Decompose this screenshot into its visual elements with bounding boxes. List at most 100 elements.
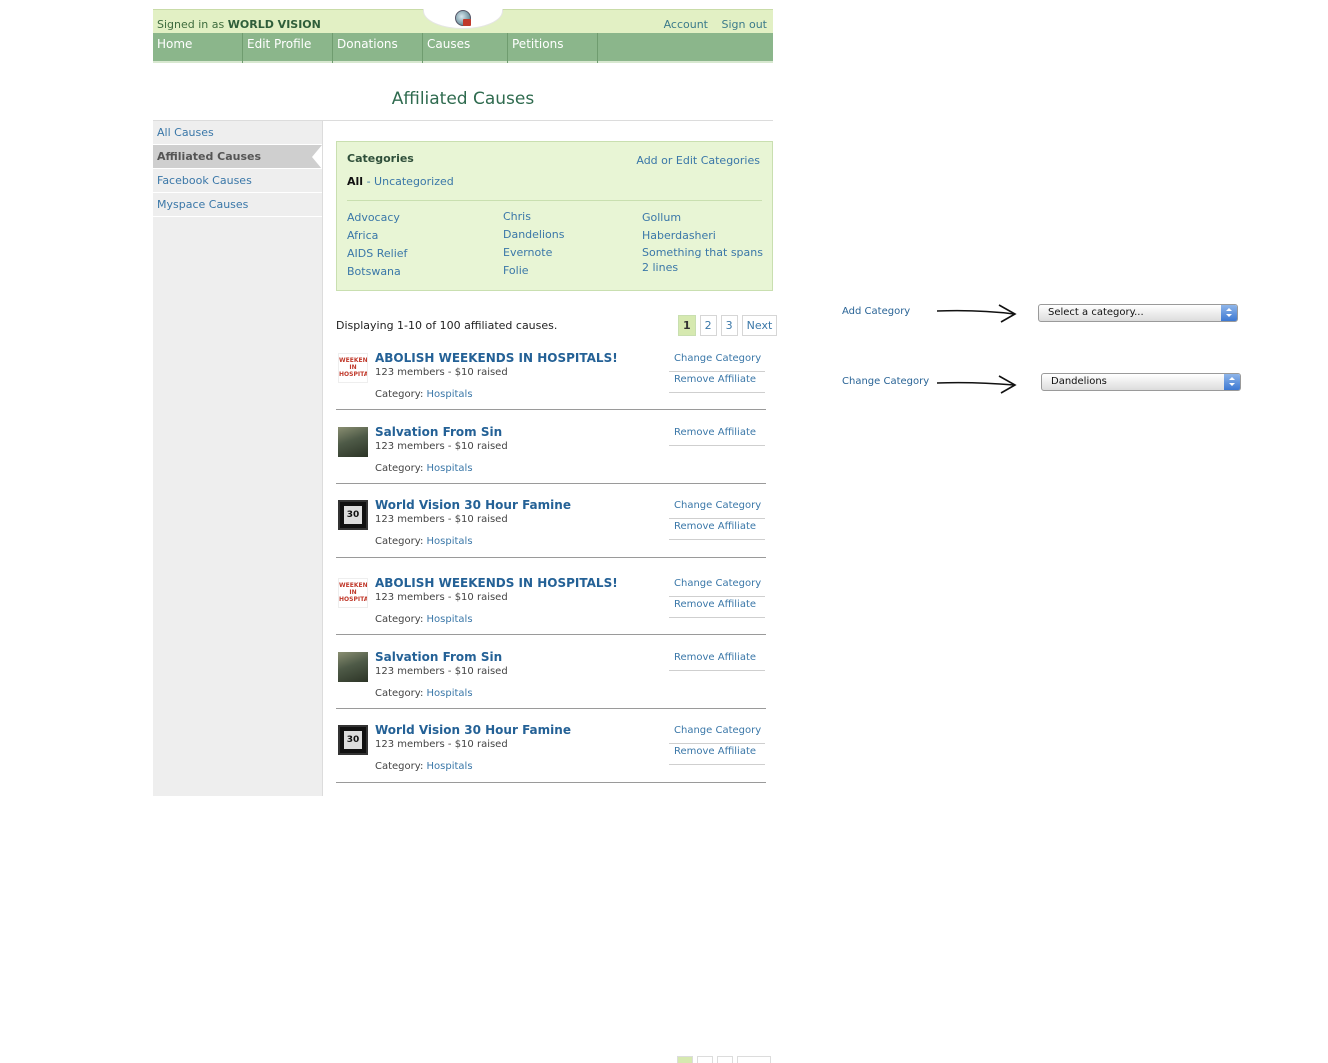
category-label: Category:	[375, 688, 424, 699]
change-category-button[interactable]: Change Category	[669, 498, 765, 519]
cause-stats: 123 members - $10 raised	[375, 739, 508, 750]
page-button[interactable]	[697, 1056, 713, 1063]
remove-affiliate-button[interactable]: Remove Affiliate	[669, 519, 765, 540]
sign-out-link[interactable]: Sign out	[721, 18, 767, 31]
nav-filler	[598, 33, 773, 61]
cause-category: Category: Hospitals	[375, 688, 473, 699]
remove-affiliate-button[interactable]: Remove Affiliate	[669, 372, 765, 393]
change-category-button[interactable]: Change Category	[669, 351, 765, 372]
nav-causes[interactable]: Causes	[423, 33, 508, 63]
remove-affiliate-button[interactable]: Remove Affiliate	[669, 425, 765, 446]
account-links: Account Sign out	[654, 18, 767, 31]
category-uncategorized[interactable]: Uncategorized	[374, 175, 454, 188]
category-link[interactable]: Chris	[503, 210, 564, 228]
category-link[interactable]: Evernote	[503, 246, 564, 264]
sidebar-item-facebook-causes[interactable]: Facebook Causes	[153, 169, 322, 193]
page-title: Affiliated Causes	[391, 89, 535, 109]
row-divider	[336, 708, 766, 709]
cause-name-link[interactable]: World Vision 30 Hour Famine	[375, 498, 571, 512]
cause-category-link[interactable]: Hospitals	[427, 614, 473, 625]
add-category-annotation: Add Category	[842, 306, 911, 317]
select-arrows-icon[interactable]	[1224, 374, 1240, 390]
select-arrows-icon[interactable]	[1221, 305, 1237, 321]
cause-category-link[interactable]: Hospitals	[427, 536, 473, 547]
cause-thumbnail[interactable]: WEEKENDS IN HOSPITAL	[338, 578, 368, 608]
page-3-button[interactable]: 3	[720, 315, 738, 336]
change-category-button[interactable]: Change Category	[669, 723, 765, 744]
cause-name-link[interactable]: Salvation From Sin	[375, 425, 502, 439]
category-column-2: Chris Dandelions Evernote Folie	[503, 210, 564, 282]
cause-category-link[interactable]: Hospitals	[427, 761, 473, 772]
globe-logo-icon[interactable]	[455, 10, 471, 26]
sidebar-item-myspace-causes[interactable]: Myspace Causes	[153, 193, 322, 217]
cause-thumbnail[interactable]	[338, 725, 368, 755]
category-link[interactable]: Something that spans 2 lines	[642, 245, 767, 275]
category-label: Category:	[375, 536, 424, 547]
cause-category-link[interactable]: Hospitals	[427, 688, 473, 699]
cause-category: Category: Hospitals	[375, 463, 473, 474]
category-column-1: Advocacy Africa AIDS Relief Botswana	[347, 211, 407, 283]
remove-affiliate-button[interactable]: Remove Affiliate	[669, 744, 765, 765]
cause-category: Category: Hospitals	[375, 761, 473, 772]
cause-stats: 123 members - $10 raised	[375, 441, 508, 452]
cause-stats: 123 members - $10 raised	[375, 666, 508, 677]
nav-donations[interactable]: Donations	[333, 33, 423, 63]
sidebar: All Causes Affiliated Causes Facebook Ca…	[153, 121, 323, 796]
cause-category-link[interactable]: Hospitals	[427, 463, 473, 474]
row-divider	[336, 782, 766, 783]
cause-thumbnail[interactable]: WEEKENDS IN HOSPITAL	[338, 353, 368, 383]
category-label: Category:	[375, 761, 424, 772]
add-edit-categories-link[interactable]: Add or Edit Categories	[636, 154, 760, 167]
remove-affiliate-button[interactable]: Remove Affiliate	[669, 650, 765, 671]
cause-category: Category: Hospitals	[375, 389, 473, 400]
category-separator: -	[366, 175, 371, 188]
cause-name-link[interactable]: ABOLISH WEEKENDS IN HOSPITALS!	[375, 576, 618, 590]
results-count: Displaying 1-10 of 100 affiliated causes…	[336, 319, 558, 332]
category-link[interactable]: Advocacy	[347, 211, 407, 229]
nav-home[interactable]: Home	[153, 33, 243, 63]
page-button[interactable]	[717, 1056, 733, 1063]
remove-affiliate-button[interactable]: Remove Affiliate	[669, 597, 765, 618]
row-divider	[336, 409, 766, 410]
cause-actions: Change Category Remove Affiliate	[669, 498, 765, 540]
next-page-button[interactable]: Next	[741, 315, 778, 336]
cause-actions: Remove Affiliate	[669, 650, 765, 671]
cause-name-link[interactable]: Salvation From Sin	[375, 650, 502, 664]
org-name: WORLD VISION	[227, 18, 321, 31]
cause-name-link[interactable]: World Vision 30 Hour Famine	[375, 723, 571, 737]
category-link[interactable]: Botswana	[347, 265, 407, 283]
cause-thumbnail[interactable]	[338, 500, 368, 530]
category-select[interactable]: Select a category...	[1038, 304, 1238, 322]
categories-title: Categories	[347, 152, 414, 165]
category-label: Category:	[375, 614, 424, 625]
category-label: Category:	[375, 463, 424, 474]
page-2-button[interactable]: 2	[699, 315, 717, 336]
change-category-button[interactable]: Change Category	[669, 576, 765, 597]
change-category-select[interactable]: Dandelions	[1041, 373, 1241, 391]
cause-stats: 123 members - $10 raised	[375, 592, 508, 603]
nav-petitions[interactable]: Petitions	[508, 33, 598, 63]
category-link[interactable]: AIDS Relief	[347, 247, 407, 265]
category-select-value: Select a category...	[1048, 307, 1144, 318]
next-page-button[interactable]	[737, 1056, 771, 1063]
category-link[interactable]: Africa	[347, 229, 407, 247]
cause-thumbnail[interactable]	[338, 652, 368, 682]
top-bar: Signed in as WORLD VISION Account Sign o…	[153, 9, 773, 33]
cause-name-link[interactable]: ABOLISH WEEKENDS IN HOSPITALS!	[375, 351, 618, 365]
category-link[interactable]: Dandelions	[503, 228, 564, 246]
category-all[interactable]: All	[347, 175, 363, 188]
logo-tab	[423, 9, 503, 29]
sidebar-item-affiliated-causes[interactable]: Affiliated Causes	[153, 145, 322, 169]
account-link[interactable]: Account	[664, 18, 708, 31]
bottom-pagination	[677, 1056, 771, 1063]
page-button[interactable]	[677, 1056, 693, 1063]
cause-actions: Change Category Remove Affiliate	[669, 351, 765, 393]
category-link[interactable]: Gollum	[642, 211, 767, 229]
cause-category-link[interactable]: Hospitals	[427, 389, 473, 400]
page-1-button[interactable]: 1	[678, 315, 696, 336]
category-link[interactable]: Folie	[503, 264, 564, 282]
cause-thumbnail[interactable]	[338, 427, 368, 457]
sidebar-item-all-causes[interactable]: All Causes	[153, 121, 322, 145]
cause-stats: 123 members - $10 raised	[375, 514, 508, 525]
nav-edit-profile[interactable]: Edit Profile	[243, 33, 333, 63]
